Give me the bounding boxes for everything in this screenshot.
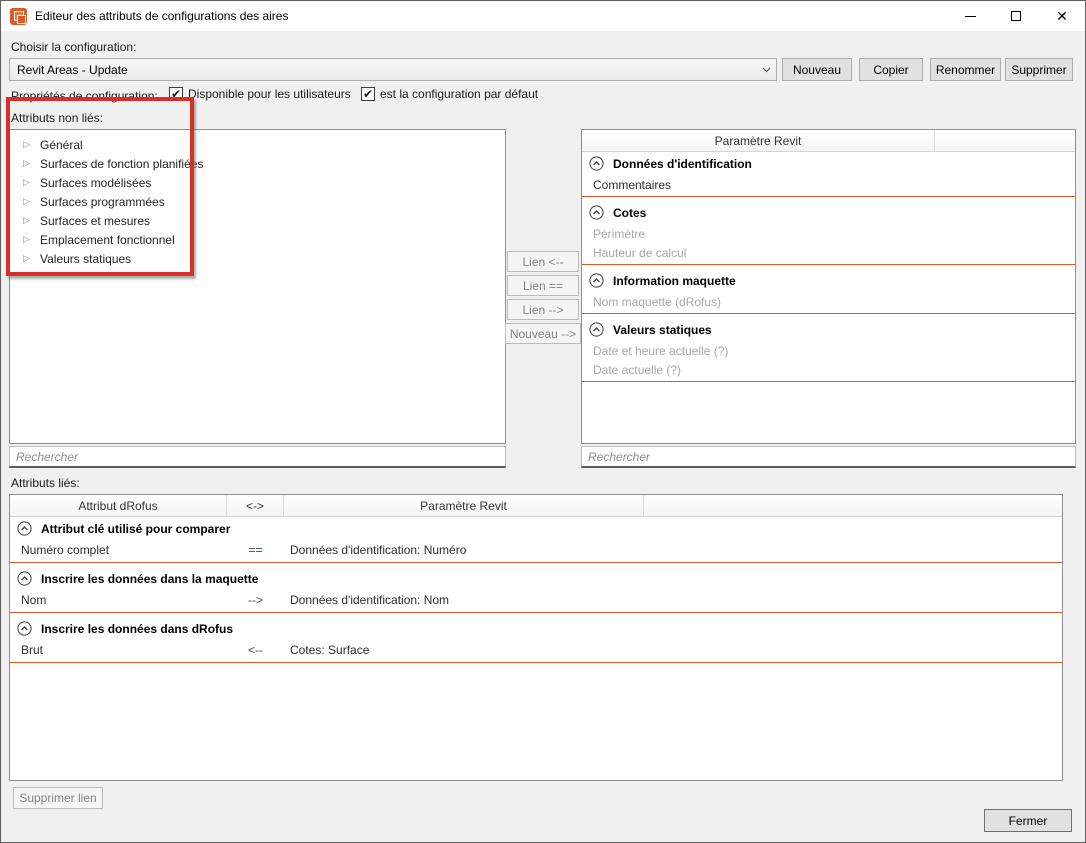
unlinked-attributes-label: Attributs non liés: [11, 111, 103, 125]
revit-param-commentaires[interactable]: Commentaires [582, 175, 1075, 194]
expander-icon[interactable]: ▷ [23, 253, 40, 264]
maximize-button[interactable] [993, 1, 1039, 31]
tree-item-general[interactable]: ▷ Général [10, 135, 505, 154]
collapse-icon[interactable] [17, 621, 32, 636]
collapse-icon[interactable] [17, 521, 32, 536]
tree-item-functional-location[interactable]: ▷ Emplacement fonctionnel [10, 230, 505, 249]
minimize-button[interactable] [947, 1, 993, 31]
default-config-checkbox[interactable]: ✔ [361, 87, 375, 101]
linked-attributes-table: Attribut dRofus <-> Paramètre Revit Attr… [9, 494, 1063, 781]
group-key-attribute[interactable]: Attribut clé utilisé pour comparer [10, 517, 1062, 540]
expander-icon[interactable]: ▷ [23, 139, 40, 150]
group-separator [10, 662, 1062, 663]
link-right-button[interactable]: Lien --> [507, 299, 579, 320]
collapse-icon[interactable] [589, 156, 604, 171]
copy-config-button[interactable]: Copier [859, 58, 923, 81]
linked-attributes-label: Attributs liés: [11, 476, 80, 490]
expander-icon[interactable]: ▷ [23, 234, 40, 245]
configuration-dropdown[interactable]: Revit Areas - Update [9, 58, 777, 81]
group-separator [10, 612, 1062, 613]
expander-icon[interactable]: ▷ [23, 158, 40, 169]
available-for-users-label: Disponible pour les utilisateurs [188, 87, 351, 101]
maximize-icon [1011, 11, 1021, 21]
group-separator [582, 196, 1075, 197]
unlinked-search-input[interactable] [9, 446, 506, 468]
linked-row-numero-complet[interactable]: Numéro complet == Données d'identificati… [10, 540, 1062, 560]
group-identification-data[interactable]: Données d'identification [582, 152, 1075, 175]
close-button[interactable]: ✕ [1039, 1, 1085, 31]
collapse-icon[interactable] [589, 205, 604, 220]
app-icon [10, 8, 27, 25]
tree-item-programmed-areas[interactable]: ▷ Surfaces programmées [10, 192, 505, 211]
expander-icon[interactable]: ▷ [23, 177, 40, 188]
revit-param-perimetre[interactable]: Périmètre [582, 224, 1075, 243]
revit-panel-header: Paramètre Revit [582, 130, 1075, 152]
column-header-parametre-revit[interactable]: Paramètre Revit [284, 495, 644, 516]
group-cotes[interactable]: Cotes [582, 201, 1075, 224]
tree-item-static-values[interactable]: ▷ Valeurs statiques [10, 249, 505, 268]
revit-param-hauteur-de-calcul[interactable]: Hauteur de calcul [582, 243, 1075, 262]
dialog-window: Editeur des attributs de configurations … [0, 0, 1086, 843]
expander-icon[interactable]: ▷ [23, 215, 40, 226]
delete-config-button[interactable]: Supprimer [1005, 58, 1073, 81]
empty-column-header [644, 495, 1062, 516]
close-dialog-button[interactable]: Fermer [984, 809, 1072, 832]
linked-row-nom[interactable]: Nom --> Données d'identification: Nom [10, 590, 1062, 610]
revit-param-nom-maquette[interactable]: Nom maquette (dRofus) [582, 292, 1075, 311]
revit-parameter-column-header[interactable]: Paramètre Revit [582, 130, 935, 151]
group-separator [582, 313, 1075, 314]
close-icon: ✕ [1056, 9, 1068, 23]
tree-item-areas-and-measures[interactable]: ▷ Surfaces et mesures [10, 211, 505, 230]
revit-param-date-actuelle[interactable]: Date actuelle (?) [582, 360, 1075, 379]
group-information-maquette[interactable]: Information maquette [582, 269, 1075, 292]
collapse-icon[interactable] [17, 571, 32, 586]
window-title: Editeur des attributs de configurations … [35, 9, 288, 23]
column-header-op[interactable]: <-> [227, 495, 284, 516]
chevron-down-icon [756, 67, 776, 73]
delete-link-button[interactable]: Supprimer lien [13, 787, 103, 809]
unlinked-attributes-tree: ▷ Général ▷ Surfaces de fonction planifi… [9, 129, 506, 444]
revit-parameter-panel: Paramètre Revit Données d'identification… [581, 129, 1076, 444]
empty-column-header [935, 130, 1075, 151]
available-for-users-checkbox[interactable]: ✔ [169, 87, 183, 101]
title-bar: Editeur des attributs de configurations … [1, 1, 1085, 31]
configuration-selected-value: Revit Areas - Update [10, 63, 756, 77]
rename-config-button[interactable]: Renommer [930, 58, 1001, 81]
group-write-to-drofus[interactable]: Inscrire les données dans dRofus [10, 617, 1062, 640]
revit-param-date-heure-actuelle[interactable]: Date et heure actuelle (?) [582, 341, 1075, 360]
group-separator [10, 562, 1062, 563]
linked-table-header: Attribut dRofus <-> Paramètre Revit [10, 495, 1062, 517]
group-valeurs-statiques[interactable]: Valeurs statiques [582, 318, 1075, 341]
link-equal-button[interactable]: Lien == [507, 275, 579, 296]
group-write-to-model[interactable]: Inscrire les données dans la maquette [10, 567, 1062, 590]
linked-row-brut[interactable]: Brut <-- Cotes: Surface [10, 640, 1062, 660]
column-header-attribut-drofus[interactable]: Attribut dRofus [10, 495, 227, 516]
config-properties-label: Propriétés de configuration: [11, 89, 158, 103]
tree-item-planned-function-areas[interactable]: ▷ Surfaces de fonction planifiées [10, 154, 505, 173]
collapse-icon[interactable] [589, 322, 604, 337]
choose-config-label: Choisir la configuration: [11, 40, 136, 54]
default-config-label: est la configuration par défaut [380, 87, 538, 101]
minimize-icon [965, 16, 976, 17]
expander-icon[interactable]: ▷ [23, 196, 40, 207]
group-separator [582, 264, 1075, 265]
tree-item-modeled-areas[interactable]: ▷ Surfaces modélisées [10, 173, 505, 192]
new-right-button[interactable]: Nouveau --> [505, 323, 581, 344]
link-left-button[interactable]: Lien <-- [507, 251, 579, 272]
new-config-button[interactable]: Nouveau [782, 58, 852, 81]
collapse-icon[interactable] [589, 273, 604, 288]
group-separator [582, 381, 1075, 382]
revit-search-input[interactable] [581, 446, 1076, 468]
